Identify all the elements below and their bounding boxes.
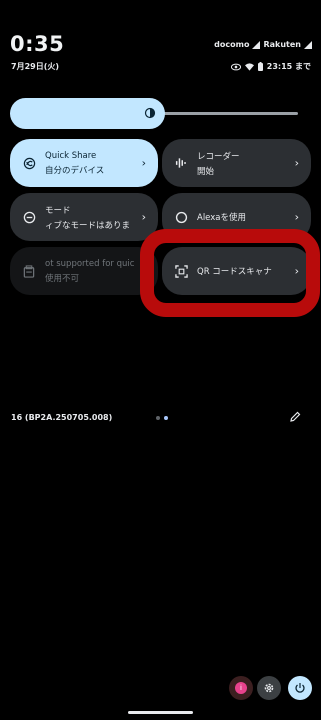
gear-icon xyxy=(264,683,274,693)
battery-icon xyxy=(257,62,263,71)
edit-icon[interactable] xyxy=(289,411,301,423)
tile-title: ot supported for quic xyxy=(45,258,135,269)
page-dot-active xyxy=(164,416,168,420)
gesture-handle[interactable] xyxy=(128,711,193,714)
user-avatar-icon: i xyxy=(235,682,247,694)
eye-icon xyxy=(230,63,241,70)
carrier-1-label: docomo xyxy=(214,40,250,49)
page-indicator xyxy=(156,416,168,420)
chevron-right-icon: › xyxy=(294,210,299,224)
tile-title: レコーダー xyxy=(197,151,240,162)
wifi-icon xyxy=(244,62,254,71)
chevron-right-icon: › xyxy=(141,210,146,224)
power-icon xyxy=(295,683,305,693)
clock: 0:35 xyxy=(10,32,65,56)
brightness-icon xyxy=(144,107,156,119)
highlight-box xyxy=(140,229,320,317)
tile-subtitle: ィブなモードはありま xyxy=(45,220,131,231)
waveform-icon xyxy=(174,156,188,170)
tile-subtitle: 開始 xyxy=(197,166,215,177)
tile-unsupported[interactable]: ot supported for quic 使用不可 xyxy=(10,247,158,295)
tile-title: Quick Share xyxy=(45,150,97,161)
signal-icon xyxy=(252,40,261,49)
tile-title: モード xyxy=(45,205,71,216)
build-number: 16 (BP2A.250705.008) xyxy=(11,413,113,422)
minus-circle-icon xyxy=(22,210,36,224)
tile-title: Alexaを使用 xyxy=(197,213,246,223)
settings-button[interactable] xyxy=(257,676,281,700)
tile-mode[interactable]: モード ィブなモードはありま › xyxy=(10,193,158,241)
tile-quick-share[interactable]: Quick Share 自分のデバイス › xyxy=(10,139,158,187)
alarm-until-text: 23:15 まで xyxy=(266,62,311,71)
status-icons: 23:15 まで xyxy=(230,61,311,72)
date: 7月29日(火) xyxy=(11,62,60,71)
chevron-right-icon: › xyxy=(294,156,299,170)
alexa-icon xyxy=(174,210,188,224)
tile-recorder[interactable]: レコーダー 開始 › xyxy=(162,139,311,187)
user-switch-button[interactable]: i xyxy=(229,676,253,700)
signal-icon xyxy=(304,40,312,49)
brightness-slider[interactable] xyxy=(10,98,165,129)
carrier-info: docomo Rakuten xyxy=(214,40,312,49)
quick-share-icon xyxy=(22,156,36,170)
tile-subtitle: 使用不可 xyxy=(45,273,80,284)
carrier-2-label: Rakuten xyxy=(263,40,301,49)
page-dot xyxy=(156,416,160,420)
power-button[interactable] xyxy=(288,676,312,700)
wallet-icon xyxy=(22,264,36,278)
chevron-right-icon: › xyxy=(141,156,146,170)
tile-subtitle: 自分のデバイス xyxy=(45,165,105,176)
